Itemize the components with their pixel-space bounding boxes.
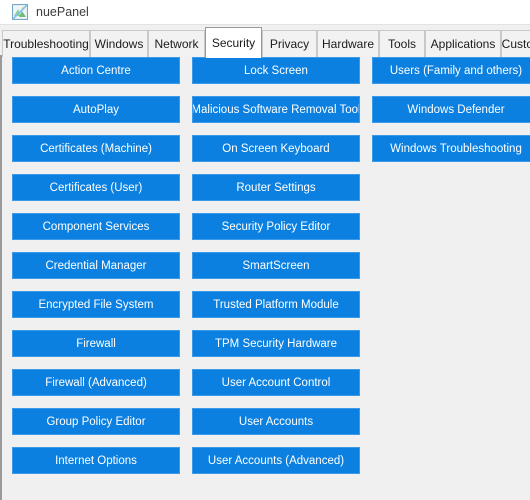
panel-button-certificates-machine[interactable]: Certificates (Machine) bbox=[12, 135, 180, 162]
tab-applications[interactable]: Applications bbox=[425, 30, 501, 57]
panel-button-group-policy-editor[interactable]: Group Policy Editor bbox=[12, 408, 180, 435]
security-tab-panel: Action Centre AutoPlay Certificates (Machi… bbox=[0, 57, 530, 500]
tab-label: Hardware bbox=[321, 37, 375, 51]
panel-button-autoplay[interactable]: AutoPlay bbox=[12, 96, 180, 123]
panel-button-on-screen-keyboard[interactable]: On Screen Keyboard bbox=[192, 135, 360, 162]
tab-label: Security bbox=[211, 36, 256, 50]
tab-label: Customize bbox=[501, 37, 530, 51]
button-column-3: Users (Family and others) Windows Defende… bbox=[372, 57, 530, 174]
panel-button-users-family-and-others[interactable]: Users (Family and others) bbox=[372, 57, 530, 84]
panel-button-windows-troubleshooting[interactable]: Windows Troubleshooting bbox=[372, 135, 530, 162]
panel-button-credential-manager[interactable]: Credential Manager bbox=[12, 252, 180, 279]
title-bar: nuePanel bbox=[0, 0, 530, 25]
tab-troubleshooting[interactable]: Troubleshooting bbox=[2, 30, 90, 57]
panel-button-certificates-user[interactable]: Certificates (User) bbox=[12, 174, 180, 201]
panel-button-user-account-control[interactable]: User Account Control bbox=[192, 369, 360, 396]
panel-button-firewall[interactable]: Firewall bbox=[12, 330, 180, 357]
tab-label: Privacy bbox=[269, 37, 310, 51]
tab-strip: Troubleshooting Windows Network Security Pri… bbox=[0, 25, 530, 58]
application-window: nuePanel Troubleshooting Windows Network Se… bbox=[0, 0, 530, 500]
tab-privacy[interactable]: Privacy bbox=[262, 30, 317, 57]
window-title: nuePanel bbox=[36, 5, 89, 19]
panel-button-component-services[interactable]: Component Services bbox=[12, 213, 180, 240]
panel-app-icon bbox=[12, 4, 28, 20]
tab-label: Applications bbox=[430, 37, 496, 51]
panel-button-trusted-platform-module[interactable]: Trusted Platform Module bbox=[192, 291, 360, 318]
panel-button-action-centre[interactable]: Action Centre bbox=[12, 57, 180, 84]
panel-button-router-settings[interactable]: Router Settings bbox=[192, 174, 360, 201]
panel-button-tpm-security-hardware[interactable]: TPM Security Hardware bbox=[192, 330, 360, 357]
panel-button-user-accounts[interactable]: User Accounts bbox=[192, 408, 360, 435]
button-column-1: Action Centre AutoPlay Certificates (Machi… bbox=[12, 57, 180, 486]
panel-button-windows-defender[interactable]: Windows Defender bbox=[372, 96, 530, 123]
tab-tools[interactable]: Tools bbox=[379, 30, 425, 57]
panel-button-user-accounts-advanced[interactable]: User Accounts (Advanced) bbox=[192, 447, 360, 474]
tab-windows[interactable]: Windows bbox=[90, 30, 148, 57]
panel-button-firewall-advanced[interactable]: Firewall (Advanced) bbox=[12, 369, 180, 396]
tab-label: Tools bbox=[387, 37, 416, 51]
panel-button-encrypted-file-system[interactable]: Encrypted File System bbox=[12, 291, 180, 318]
tab-hardware[interactable]: Hardware bbox=[317, 30, 379, 57]
button-column-2: Lock Screen Malicious Software Removal To… bbox=[192, 57, 360, 486]
panel-button-lock-screen[interactable]: Lock Screen bbox=[192, 57, 360, 84]
panel-button-smartscreen[interactable]: SmartScreen bbox=[192, 252, 360, 279]
panel-button-security-policy-editor[interactable]: Security Policy Editor bbox=[192, 213, 360, 240]
panel-button-internet-options[interactable]: Internet Options bbox=[12, 447, 180, 474]
tab-customize[interactable]: Customize bbox=[501, 30, 530, 57]
tab-network[interactable]: Network bbox=[148, 30, 205, 57]
tab-security[interactable]: Security bbox=[205, 27, 262, 58]
tab-label: Windows bbox=[94, 37, 144, 51]
panel-button-malicious-software-removal-tool[interactable]: Malicious Software Removal Tool bbox=[192, 96, 360, 123]
tab-label: Troubleshooting bbox=[3, 37, 89, 51]
tab-label: Network bbox=[154, 37, 199, 51]
